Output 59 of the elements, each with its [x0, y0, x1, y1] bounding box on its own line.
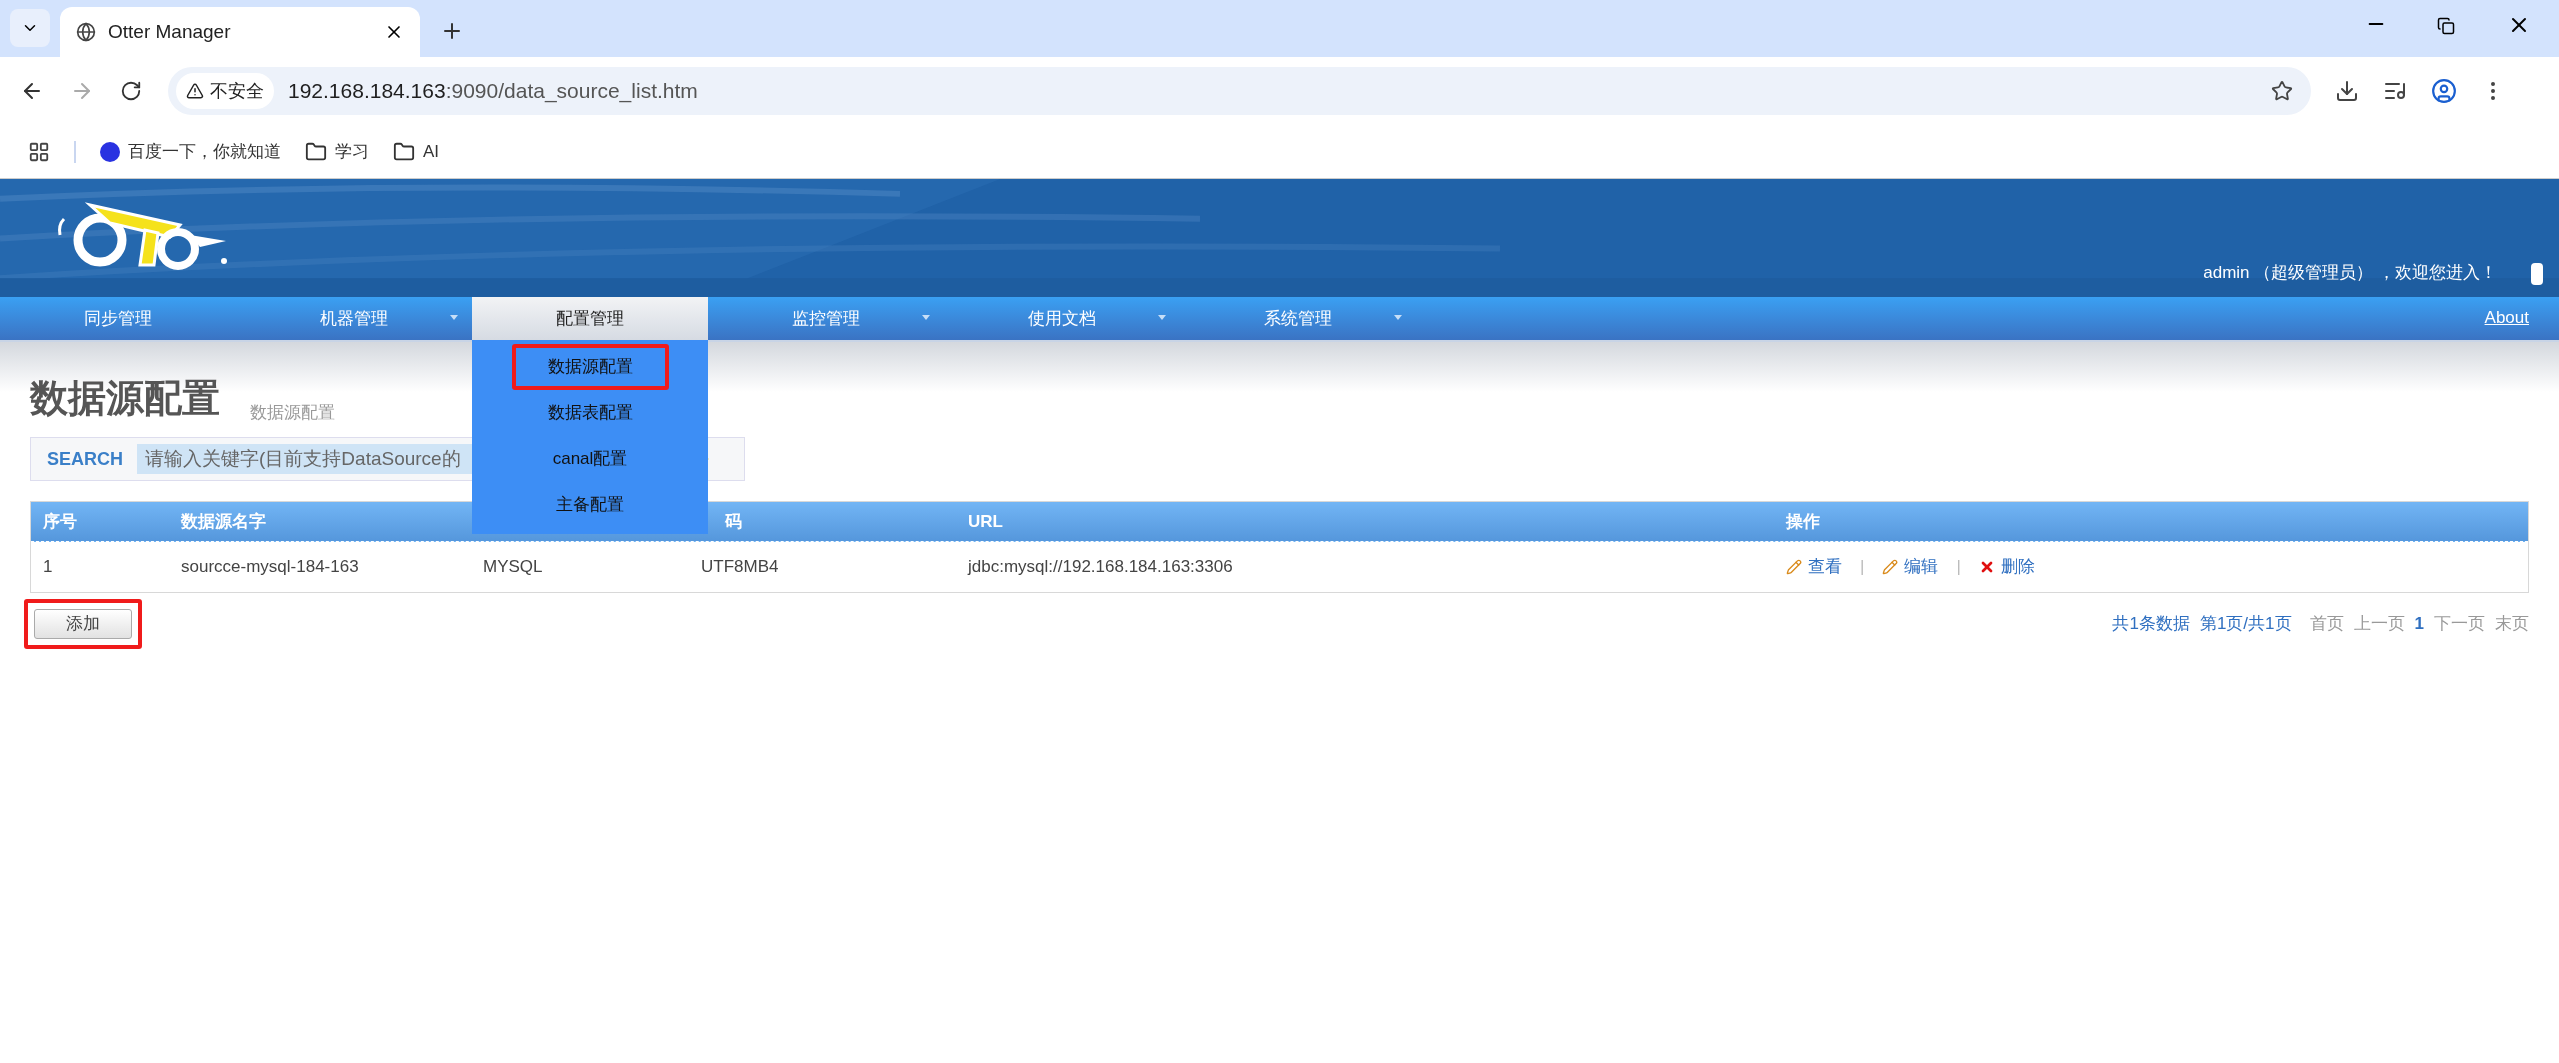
bookmark-star-icon[interactable] [2271, 80, 2293, 102]
welcome-text: admin （超级管理员） ，欢迎您进入！ [2203, 261, 2497, 284]
nav-tab[interactable]: 使用文档 [944, 297, 1180, 340]
record-count: 共1条数据 [2112, 613, 2190, 635]
folder-icon [393, 140, 415, 163]
page-title: 数据源配置 [30, 376, 220, 421]
pagination-link[interactable]: 1 [2414, 611, 2424, 637]
page-subtitle: 数据源配置 [250, 401, 335, 424]
profile-icon[interactable] [2431, 78, 2457, 104]
nav-tab[interactable]: 监控管理 [708, 297, 944, 340]
bookmark-item[interactable]: 百度一下，你就知道 [100, 138, 281, 165]
column-header: 码 [725, 510, 742, 533]
action-link[interactable]: 编辑 [1882, 554, 1939, 580]
pencil-icon [1882, 559, 1899, 575]
apps-icon[interactable] [28, 140, 50, 163]
dropdown-item[interactable]: 主备配置 [520, 482, 660, 528]
table-cell-text: 1 [43, 556, 53, 579]
address-bar[interactable]: 不安全 192.168.184.163:9090/data_source_list.htm [168, 67, 2311, 115]
pencil-icon [1786, 559, 1802, 575]
nav-tab[interactable]: 机器管理 [236, 297, 472, 340]
dropdown-item[interactable]: 数据表配置 [511, 390, 669, 436]
download-icon[interactable] [2335, 79, 2359, 103]
action-link[interactable]: 查看 [1786, 554, 1842, 580]
reload-icon[interactable] [120, 80, 142, 102]
dropdown-item[interactable]: 数据源配置 [511, 344, 669, 390]
pagination-link[interactable]: 首页 [2309, 611, 2344, 637]
browser-tab[interactable]: Otter Manager [60, 7, 420, 57]
column-header: 序号 [43, 510, 77, 533]
separator: | [1860, 556, 1865, 579]
nav-tab[interactable]: 系统管理 [1180, 297, 1416, 340]
tab-title: Otter Manager [108, 19, 232, 44]
bookmark-item[interactable]: 学习 [305, 138, 369, 165]
globe-icon [76, 22, 96, 42]
folder-icon [305, 140, 327, 163]
column-header: 数据源名字 [181, 510, 266, 533]
search-label: SEARCH [47, 447, 123, 471]
column-header: URL [968, 510, 1003, 533]
add-button[interactable]: 添加 [34, 609, 132, 639]
action-link[interactable]: 删除 [1978, 554, 2035, 580]
column-header: 操作 [1786, 510, 1820, 533]
nav-tab[interactable]: 配置管理 [472, 297, 708, 340]
logout-icon[interactable] [2531, 263, 2543, 285]
url-text: 192.168.184.163:9090/data_source_list.htm [288, 78, 699, 105]
page-info: 第1页/共1页 [2199, 613, 2292, 635]
security-chip[interactable]: 不安全 [176, 73, 274, 109]
nav-tab[interactable]: 同步管理 [0, 297, 236, 340]
warning-icon [186, 82, 204, 100]
paw-icon [100, 141, 120, 162]
pagination-link[interactable]: 末页 [2495, 611, 2529, 637]
about-link[interactable]: About [2484, 305, 2529, 340]
table-cell-text: jdbc:mysql://192.168.184.163:3306 [968, 556, 1233, 579]
table-cell-text: UTF8MB4 [701, 556, 779, 579]
pagination-link[interactable]: 上一页 [2353, 611, 2405, 637]
table-cell-text: sourcce-mysql-184-163 [181, 556, 359, 579]
pagination-link[interactable]: 下一页 [2434, 611, 2485, 637]
table-cell-text: MYSQL [483, 556, 543, 579]
separator: | [1956, 556, 1961, 579]
restore-icon[interactable] [2437, 17, 2455, 35]
bookmark-item[interactable]: AI [393, 138, 440, 165]
